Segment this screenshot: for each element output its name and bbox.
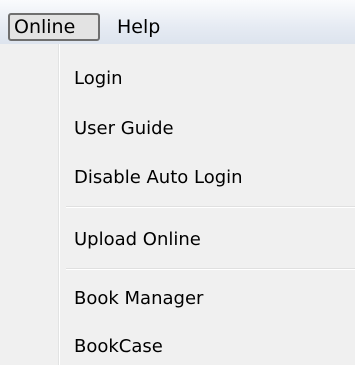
menu-item-disable-auto-login[interactable]: Disable Auto Login — [74, 163, 344, 193]
menu-help[interactable]: Help — [112, 13, 165, 41]
menu-item-user-guide[interactable]: User Guide — [74, 114, 344, 144]
menu-item-bookcase[interactable]: BookCase — [74, 332, 344, 362]
gutter-divider — [59, 44, 60, 365]
menu-icon-gutter — [0, 44, 59, 365]
menu-item-book-manager[interactable]: Book Manager — [74, 284, 344, 314]
menu-item-upload-online[interactable]: Upload Online — [74, 225, 344, 255]
menu-separator — [66, 206, 355, 208]
online-dropdown-menu: Login User Guide Disable Auto Login Uplo… — [0, 44, 355, 365]
menu-separator — [66, 268, 355, 270]
app-window: Online Help Login User Guide Disable Aut… — [0, 0, 355, 365]
menu-item-login[interactable]: Login — [74, 64, 344, 94]
menu-bar: Online Help — [0, 0, 355, 45]
menu-online[interactable]: Online — [8, 13, 100, 41]
